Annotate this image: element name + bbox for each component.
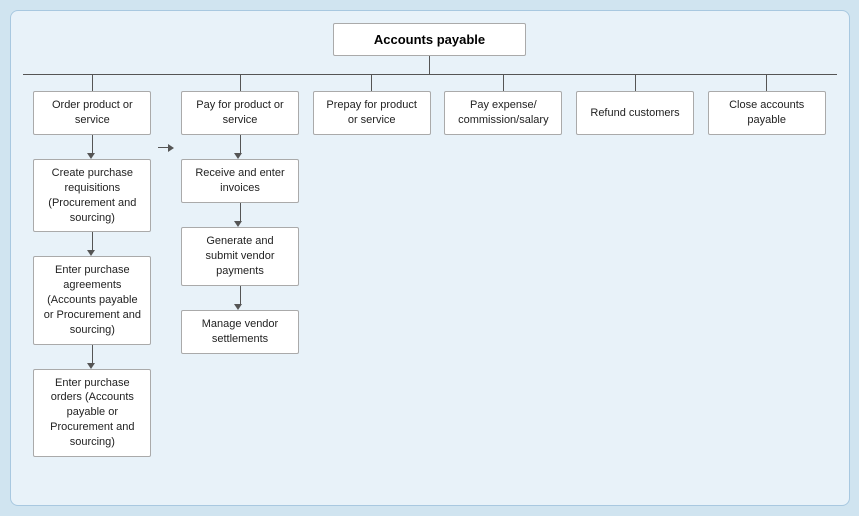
col3-top-connector xyxy=(371,75,372,91)
root-node: Accounts payable xyxy=(333,23,526,56)
h-bar xyxy=(23,74,837,75)
column-pay-expense: Pay expense/ commission/salary xyxy=(438,75,570,135)
col1-top-box: Order product or service xyxy=(33,91,151,135)
col6-top-connector xyxy=(766,75,767,91)
col1-item2: Enter purchase agreements (Accounts paya… xyxy=(33,256,151,344)
col2-arrow1 xyxy=(238,135,243,159)
col2-arrow2 xyxy=(238,203,243,227)
col2-arrow3 xyxy=(238,286,243,310)
column-close-ap: Close accounts payable xyxy=(701,75,833,135)
col1-arrow1 xyxy=(90,135,95,159)
col2-item1: Receive and enter invoices xyxy=(181,159,299,203)
root-connector xyxy=(429,56,430,74)
tree-root: Accounts payable xyxy=(23,23,837,75)
col3-top-box: Prepay for product or service xyxy=(313,91,431,135)
col4-top-box: Pay expense/ commission/salary xyxy=(444,91,562,135)
col2-top-box: Pay for product or service xyxy=(181,91,299,135)
col1-arrow2 xyxy=(90,232,95,256)
col2-top-connector xyxy=(240,75,241,91)
col2-item3: Manage vendor settlements xyxy=(181,310,299,354)
side-arrow-col1-col2 xyxy=(158,75,174,152)
col1-item1: Create purchase requisitions (Procuremen… xyxy=(33,159,151,232)
column-prepay: Prepay for product or service xyxy=(306,75,438,135)
col6-top-box: Close accounts payable xyxy=(708,91,826,135)
col5-top-connector xyxy=(635,75,636,91)
col5-top-box: Refund customers xyxy=(576,91,694,135)
column-pay-product: Pay for product or service Receive and e… xyxy=(174,75,306,354)
column-refund: Refund customers xyxy=(569,75,701,135)
col1-arrow3 xyxy=(90,345,95,369)
diagram-container: Accounts payable Order product or servic… xyxy=(10,10,850,506)
col1-top-connector xyxy=(92,75,93,91)
column-order-product: Order product or service Create purchase… xyxy=(27,75,159,457)
col4-top-connector xyxy=(503,75,504,91)
columns-row: Order product or service Create purchase… xyxy=(23,75,837,457)
col1-item3: Enter purchase orders (Accounts payable … xyxy=(33,369,151,457)
col2-item2: Generate and submit vendor payments xyxy=(181,227,299,286)
side-h-line xyxy=(158,147,168,148)
